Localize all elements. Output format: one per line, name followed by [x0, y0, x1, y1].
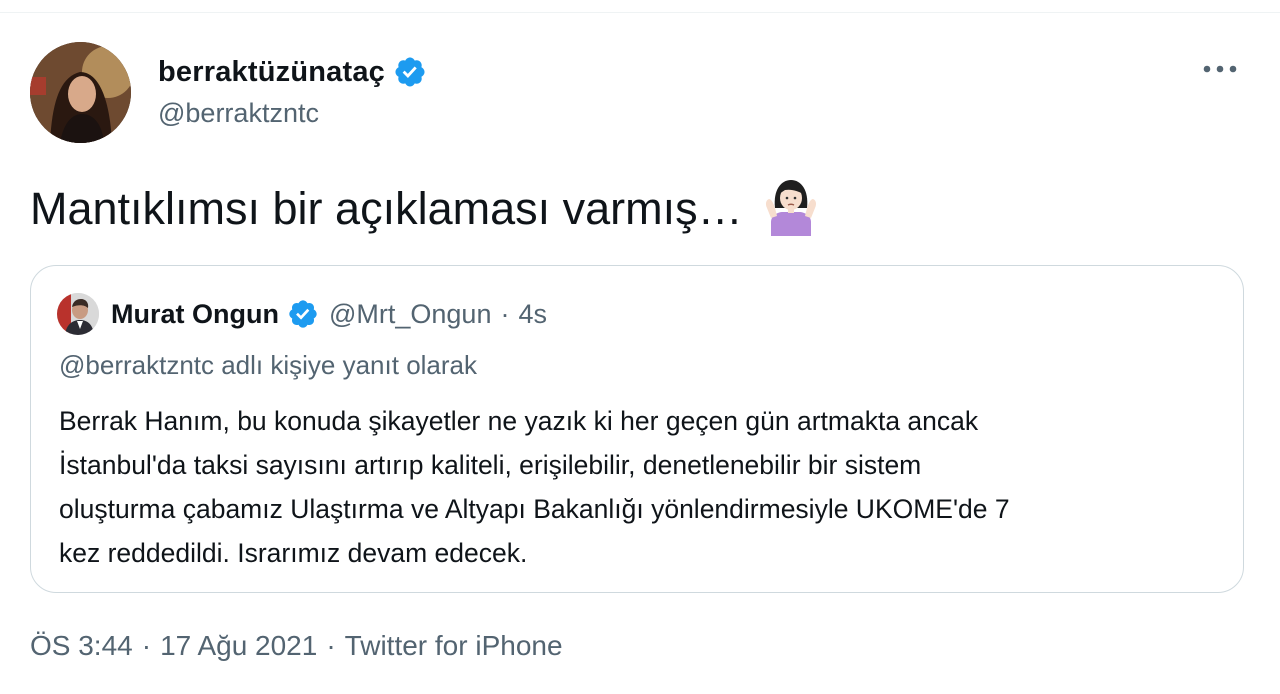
meta-separator: ·: [141, 630, 152, 661]
author-handle[interactable]: @berraktzntc: [158, 98, 319, 129]
quoted-reply-context: @berraktzntc adlı kişiye yanıt olarak: [59, 350, 478, 380]
tweet-text-content: Mantıklımsı bir açıklaması varmış…: [30, 183, 743, 234]
tweet-page: berraktüzünataç @berraktzntc Mantıklımsı…: [0, 0, 1280, 694]
quoted-body-line: kez reddedildi. Israrımız devam edecek.: [59, 538, 528, 568]
quoted-author-handle: @Mrt_Ongun: [328, 298, 492, 329]
author-avatar[interactable]: [30, 42, 131, 143]
meta-separator: ·: [326, 630, 336, 661]
quoted-author-avatar: [57, 293, 99, 335]
woman-shrugging-emoji-icon: [765, 178, 817, 236]
quoted-verified-badge-icon: [287, 298, 319, 330]
more-horizontal-icon: [1203, 65, 1237, 73]
author-display-name[interactable]: berraktüzünataç: [158, 56, 385, 89]
top-divider: [0, 12, 1280, 13]
tweet-text: Mantıklımsı bir açıklaması varmış…: [30, 180, 817, 238]
quoted-tweet-card[interactable]: Murat Ongun @Mrt_Ongun · 4s @berraktzntc…: [30, 265, 1244, 593]
quoted-body-line: İstanbul'da taksi sayısını artırıp kalit…: [59, 450, 922, 480]
tweet-date[interactable]: 17 Ağu 2021: [160, 630, 317, 662]
more-options-button[interactable]: [1198, 54, 1242, 84]
quoted-tweet-header: Murat Ongun @Mrt_Ongun · 4s: [57, 292, 547, 336]
tweet-source[interactable]: Twitter for iPhone: [345, 630, 563, 662]
tweet-time[interactable]: ÖS 3:44: [30, 630, 133, 662]
quoted-separator: ·: [500, 298, 510, 329]
quoted-body-line: Berrak Hanım, bu konuda şikayetler ne ya…: [59, 406, 979, 436]
quoted-author-name: Murat Ongun: [111, 298, 279, 329]
author-name-row: berraktüzünataç: [158, 52, 427, 92]
quoted-timestamp: 4s: [518, 298, 547, 329]
tweet-meta: ÖS 3:44 · 17 Ağu 2021 · Twitter for iPho…: [30, 630, 563, 662]
quoted-body-line: oluşturma çabamız Ulaştırma ve Altyapı B…: [59, 494, 1010, 524]
quoted-tweet-body: Berrak Hanım, bu konuda şikayetler ne ya…: [59, 399, 1219, 575]
verified-badge-icon: [393, 55, 427, 89]
